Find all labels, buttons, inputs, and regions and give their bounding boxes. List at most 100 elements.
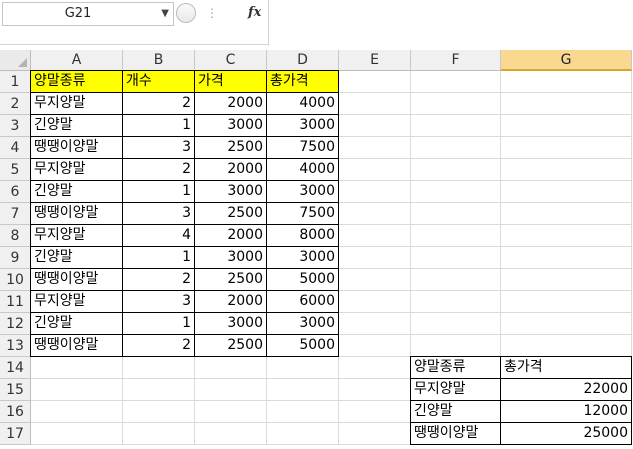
row-header-1[interactable]: 1 [0, 71, 31, 93]
cell-b6[interactable]: 1 [122, 180, 195, 203]
cell-g16[interactable]: 12000 [500, 400, 632, 423]
cell-g3[interactable] [501, 115, 632, 137]
row-header-15[interactable]: 15 [0, 379, 31, 401]
cell-g14[interactable]: 총가격 [500, 356, 632, 379]
row-header-5[interactable]: 5 [0, 159, 31, 181]
column-header-c[interactable]: C [195, 50, 267, 71]
cell-d6[interactable]: 3000 [266, 180, 339, 203]
cell-e8[interactable] [339, 225, 411, 247]
cell-g8[interactable] [501, 225, 632, 247]
cell-d13[interactable]: 5000 [266, 334, 339, 357]
cell-c15[interactable] [195, 379, 267, 401]
row-header-6[interactable]: 6 [0, 181, 31, 203]
cell-c1[interactable]: 가격 [194, 70, 267, 93]
cell-g15[interactable]: 22000 [500, 378, 632, 401]
cell-b8[interactable]: 4 [122, 224, 195, 247]
row-header-11[interactable]: 11 [0, 291, 31, 313]
cell-e11[interactable] [339, 291, 411, 313]
cell-g2[interactable] [501, 93, 632, 115]
cell-d2[interactable]: 4000 [266, 92, 339, 115]
cell-d3[interactable]: 3000 [266, 114, 339, 137]
cell-f11[interactable] [411, 291, 501, 313]
cell-c16[interactable] [195, 401, 267, 423]
cell-b15[interactable] [123, 379, 195, 401]
cell-c17[interactable] [195, 423, 267, 445]
cell-c12[interactable]: 3000 [194, 312, 267, 335]
cell-b9[interactable]: 1 [122, 246, 195, 269]
cell-b11[interactable]: 3 [122, 290, 195, 313]
cell-c6[interactable]: 3000 [194, 180, 267, 203]
select-all-button[interactable] [0, 50, 31, 71]
cell-c4[interactable]: 2500 [194, 136, 267, 159]
cell-b7[interactable]: 3 [122, 202, 195, 225]
cell-c13[interactable]: 2500 [194, 334, 267, 357]
cell-e3[interactable] [339, 115, 411, 137]
cell-a3[interactable]: 긴양말 [30, 114, 123, 137]
cell-g4[interactable] [501, 137, 632, 159]
cell-f13[interactable] [411, 335, 501, 357]
cell-b16[interactable] [123, 401, 195, 423]
cell-f12[interactable] [411, 313, 501, 335]
cell-d8[interactable]: 8000 [266, 224, 339, 247]
cell-g10[interactable] [501, 269, 632, 291]
cell-d15[interactable] [267, 379, 339, 401]
row-header-4[interactable]: 4 [0, 137, 31, 159]
cell-b14[interactable] [123, 357, 195, 379]
cell-a2[interactable]: 무지양말 [30, 92, 123, 115]
cell-e5[interactable] [339, 159, 411, 181]
cell-a12[interactable]: 긴양말 [30, 312, 123, 335]
cell-g1[interactable] [501, 71, 632, 93]
row-header-3[interactable]: 3 [0, 115, 31, 137]
cell-f6[interactable] [411, 181, 501, 203]
row-header-9[interactable]: 9 [0, 247, 31, 269]
cell-b5[interactable]: 2 [122, 158, 195, 181]
cell-f9[interactable] [411, 247, 501, 269]
cell-a1[interactable]: 양말종류 [30, 70, 123, 93]
cell-d5[interactable]: 4000 [266, 158, 339, 181]
cell-c8[interactable]: 2000 [194, 224, 267, 247]
cell-g12[interactable] [501, 313, 632, 335]
cell-c9[interactable]: 3000 [194, 246, 267, 269]
cell-d9[interactable]: 3000 [266, 246, 339, 269]
cell-a9[interactable]: 긴양말 [30, 246, 123, 269]
cell-f14[interactable]: 양말종류 [410, 356, 501, 379]
cell-f8[interactable] [411, 225, 501, 247]
cell-f1[interactable] [411, 71, 501, 93]
cell-a10[interactable]: 땡땡이양말 [30, 268, 123, 291]
row-header-2[interactable]: 2 [0, 93, 31, 115]
cell-d1[interactable]: 총가격 [266, 70, 339, 93]
cell-d10[interactable]: 5000 [266, 268, 339, 291]
row-header-13[interactable]: 13 [0, 335, 31, 357]
column-header-f[interactable]: F [411, 50, 501, 71]
row-header-8[interactable]: 8 [0, 225, 31, 247]
cell-c2[interactable]: 2000 [194, 92, 267, 115]
cell-e15[interactable] [339, 379, 411, 401]
row-header-16[interactable]: 16 [0, 401, 31, 423]
row-header-17[interactable]: 17 [0, 423, 31, 445]
cell-b4[interactable]: 3 [122, 136, 195, 159]
cell-g11[interactable] [501, 291, 632, 313]
cell-f10[interactable] [411, 269, 501, 291]
cell-g6[interactable] [501, 181, 632, 203]
insert-function-icon[interactable]: fx [248, 3, 261, 23]
cell-f15[interactable]: 무지양말 [410, 378, 501, 401]
name-box[interactable]: G21 ▼ [2, 2, 174, 26]
cell-e6[interactable] [339, 181, 411, 203]
row-header-10[interactable]: 10 [0, 269, 31, 291]
cell-e14[interactable] [339, 357, 411, 379]
cell-e1[interactable] [339, 71, 411, 93]
cell-g13[interactable] [501, 335, 632, 357]
cell-f3[interactable] [411, 115, 501, 137]
cell-d16[interactable] [267, 401, 339, 423]
cell-f4[interactable] [411, 137, 501, 159]
cell-g17[interactable]: 25000 [500, 422, 632, 445]
cell-a14[interactable] [31, 357, 123, 379]
cell-e7[interactable] [339, 203, 411, 225]
cell-g9[interactable] [501, 247, 632, 269]
cell-e12[interactable] [339, 313, 411, 335]
formula-input[interactable] [270, 2, 630, 26]
cell-a6[interactable]: 긴양말 [30, 180, 123, 203]
cell-c14[interactable] [195, 357, 267, 379]
cell-a17[interactable] [31, 423, 123, 445]
cell-d7[interactable]: 7500 [266, 202, 339, 225]
